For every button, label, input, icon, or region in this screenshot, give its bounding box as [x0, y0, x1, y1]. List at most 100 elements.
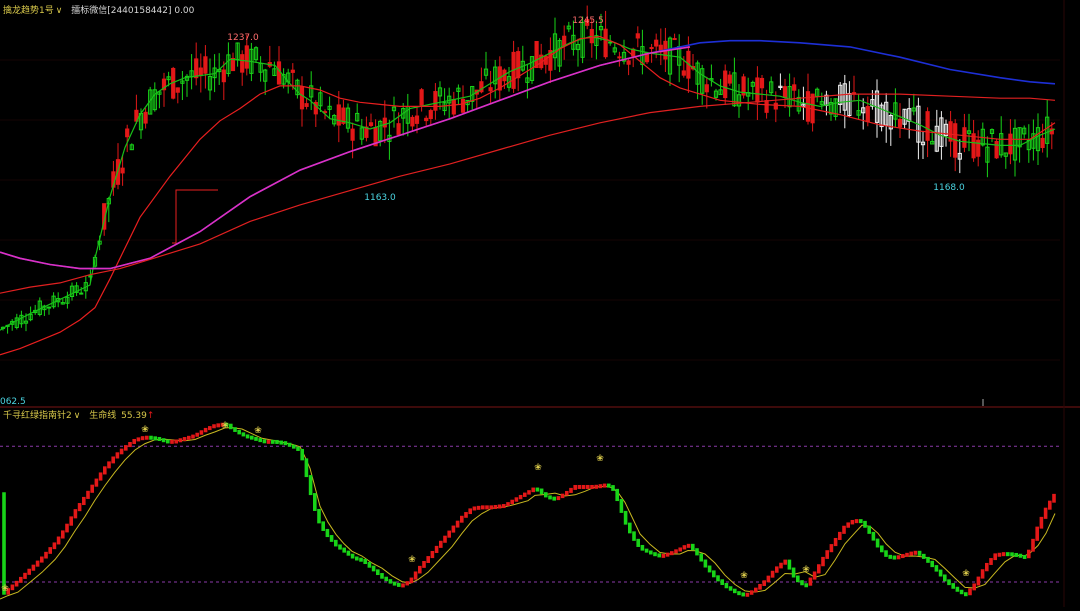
indicator-bar — [103, 466, 107, 475]
indicator-bar — [569, 487, 573, 493]
indicator-bar — [674, 549, 678, 554]
indicator-bar — [334, 539, 338, 547]
indicator-bar — [985, 562, 989, 572]
indicator-bar — [1052, 493, 1056, 503]
indicator-bar — [338, 544, 342, 550]
candle-body — [755, 77, 760, 103]
candle-body — [230, 57, 236, 72]
candle-body — [534, 41, 539, 69]
indicator-bar — [1031, 538, 1035, 552]
candle-body — [759, 77, 765, 89]
indicator-bar — [821, 556, 825, 567]
indicator-bar — [997, 552, 1002, 557]
indicator-bar — [388, 579, 393, 584]
candle-body — [244, 45, 249, 69]
candle-body — [350, 128, 355, 141]
indicator-bar — [825, 550, 829, 559]
indicator-bar — [544, 492, 548, 498]
indicator-bar — [350, 553, 355, 559]
indicator-bar — [871, 531, 876, 541]
candle-body — [704, 84, 709, 93]
indicator-bar — [926, 556, 930, 563]
indicator-bar — [262, 439, 267, 444]
indicator-bar — [951, 583, 955, 589]
candle-body — [626, 60, 631, 65]
indicator-bar — [111, 456, 115, 464]
indicator-bar — [468, 508, 472, 515]
indicator-bar — [203, 427, 208, 433]
candle-body — [603, 28, 608, 58]
indicator-bar — [716, 575, 720, 582]
candle-body — [79, 292, 84, 295]
indicator-title[interactable]: 擒龙趋势1号 — [3, 6, 54, 16]
indicator-bar — [611, 485, 615, 491]
indicator-bar — [2, 492, 6, 595]
indicator-bar — [460, 515, 464, 523]
indicator-bar — [573, 484, 577, 490]
indicator-bar — [800, 580, 804, 586]
indicator-bar — [90, 484, 94, 493]
indicator-bar — [283, 441, 288, 446]
indicator-bar — [884, 550, 888, 557]
candle-body — [276, 61, 282, 85]
dropdown-caret-icon[interactable]: ∨ — [56, 6, 63, 16]
indicator-bar — [1043, 507, 1048, 519]
indicator-bar — [199, 430, 204, 435]
indicator-bar — [762, 580, 766, 586]
indicator-bar — [539, 488, 544, 495]
candle-body — [764, 100, 769, 113]
candle-body — [433, 91, 438, 111]
indicator-bar — [691, 543, 695, 551]
indicator-bar — [901, 554, 905, 559]
candle-body — [203, 56, 208, 74]
indicator-bar — [292, 444, 296, 449]
indicator-bar — [73, 509, 78, 519]
indicator-bar — [947, 579, 951, 586]
sub-indicator-title[interactable]: 千寻红绿指南针2 — [3, 411, 72, 421]
indicator-bar — [733, 588, 737, 594]
candle-body — [424, 117, 429, 122]
indicator-bar — [472, 506, 477, 511]
indicator-bar — [619, 499, 624, 513]
indicator-bar — [917, 550, 922, 556]
indicator-bar — [1035, 526, 1039, 541]
indicator-bar — [775, 566, 779, 573]
indicator-bar — [56, 536, 61, 545]
indicator-bar — [678, 547, 682, 552]
indicator-bar — [1018, 553, 1023, 558]
indicator-bar — [342, 547, 346, 553]
candle-body — [925, 111, 930, 141]
indicator-bar — [136, 437, 141, 442]
indicator-bar — [636, 538, 640, 547]
indicator-bar — [31, 564, 36, 571]
indicator-bar — [187, 435, 191, 440]
grid-lines — [0, 0, 1080, 607]
indicator-bar — [61, 530, 65, 539]
indicator-bar — [728, 586, 733, 591]
indicator-bar — [325, 528, 330, 538]
candle-body — [562, 35, 567, 47]
indicator-bar — [363, 558, 367, 565]
indicator-bar — [686, 543, 691, 548]
indicator-bar — [170, 439, 174, 444]
indicator-bar — [275, 439, 279, 444]
indicator-bar — [875, 538, 880, 548]
indicator-bar — [229, 423, 233, 430]
indicator-bar — [52, 542, 57, 550]
candle-body — [773, 102, 778, 110]
indicator-bar — [913, 550, 918, 555]
indicator-bar — [166, 439, 170, 444]
indicator-bar — [376, 569, 380, 576]
indicator-bar — [817, 564, 821, 574]
indicator-bar — [271, 439, 275, 444]
indicator-bar — [707, 565, 712, 573]
indicator-bar — [182, 437, 187, 442]
turning-point-marker-icon: ❀ — [408, 555, 416, 565]
sub-dropdown-caret-icon[interactable]: ∨ — [74, 411, 81, 421]
candle-body — [299, 86, 305, 110]
indicator-bar — [140, 436, 145, 441]
indicator-bar — [405, 581, 409, 586]
indicator-bar — [279, 440, 283, 445]
indicator-bar — [296, 446, 300, 451]
indicator-bar — [838, 531, 842, 540]
